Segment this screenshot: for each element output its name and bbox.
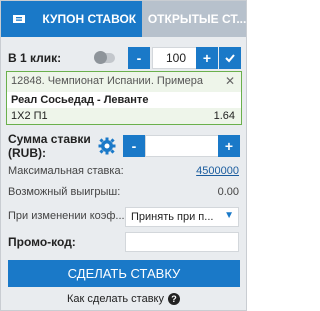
stake-plus-button[interactable]: + — [218, 135, 240, 157]
one-click-label: В 1 клик: — [8, 51, 62, 65]
coupon-tab-icon-cell[interactable] — [1, 1, 37, 37]
possible-win-value: 0.00 — [217, 186, 239, 198]
one-click-row: В 1 клик: - 100 + — [8, 47, 241, 69]
tab-coupon[interactable]: КУПОН СТАВОК — [36, 1, 142, 37]
toggle-knob — [94, 51, 107, 64]
possible-win-label: Возможный выигрыш: — [8, 186, 121, 198]
gear-icon[interactable] — [98, 137, 116, 155]
coupon-card: 12848. Чемпионат Испании. Примера ✕ Реал… — [6, 71, 242, 125]
chevron-down-icon: ▼ — [224, 210, 234, 221]
check-icon — [225, 54, 235, 63]
close-icon[interactable]: ✕ — [225, 74, 235, 88]
one-click-toggle[interactable] — [94, 51, 115, 64]
tab-open-bets[interactable]: ОТКРЫТЫЕ СТ... — [141, 1, 246, 37]
stake-label-line2: (RUB): — [8, 146, 46, 160]
help-icon: ? — [168, 293, 180, 305]
promo-label: Промо-код: — [8, 235, 76, 249]
one-click-plus-button[interactable]: + — [196, 47, 218, 69]
event-title: 12848. Чемпионат Испании. Примера — [11, 75, 204, 87]
bet-market: 1X2 П1 — [11, 110, 48, 122]
odds-change-selected: Принять при п... — [131, 211, 214, 223]
bet-odds: 1.64 — [213, 110, 235, 122]
how-to-bet-label: Как сделать ставку — [67, 293, 164, 305]
bet-slip-panel: КУПОН СТАВОК ОТКРЫТЫЕ СТ... В 1 клик: - … — [0, 0, 247, 311]
max-stake-row: Максимальная ставка: 4500000 — [8, 165, 239, 177]
stake-minus-button[interactable]: - — [123, 135, 145, 157]
stake-label: Сумма ставки (RUB): — [8, 132, 91, 160]
one-click-minus-button[interactable]: - — [128, 47, 150, 69]
one-click-amount-input[interactable]: 100 — [152, 47, 200, 69]
one-click-confirm-button[interactable] — [219, 47, 241, 69]
max-stake-label: Максимальная ставка: — [8, 165, 124, 177]
max-stake-value[interactable]: 4500000 — [196, 165, 239, 177]
how-to-bet-link[interactable]: Как сделать ставку ? — [1, 293, 246, 305]
tab-bar: КУПОН СТАВОК ОТКРЫТЫЕ СТ... — [1, 1, 246, 37]
promo-input[interactable] — [125, 232, 239, 252]
match-name: Реал Сосьедад - Леванте — [7, 92, 241, 108]
stake-label-line1: Сумма ставки — [8, 132, 91, 146]
odds-change-label: При изменении коэф... — [8, 210, 125, 222]
ticket-icon — [12, 15, 25, 23]
stake-input[interactable] — [145, 135, 219, 157]
possible-win-row: Возможный выигрыш: 0.00 — [8, 186, 239, 198]
odds-change-select[interactable]: Принять при п... ▼ — [125, 207, 239, 227]
place-bet-button[interactable]: СДЕЛАТЬ СТАВКУ — [8, 260, 240, 287]
